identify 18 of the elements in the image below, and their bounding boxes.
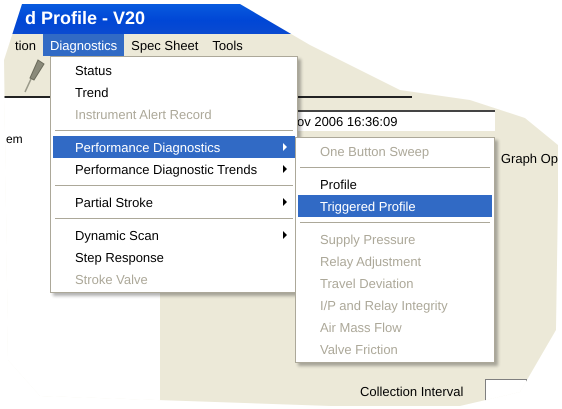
pen-icon[interactable]: [24, 58, 46, 94]
timestamp-field[interactable]: ov 2006 16:36:09: [295, 110, 495, 131]
menu-item[interactable]: Profile: [298, 173, 492, 195]
collection-interval-label: Collection Interval: [360, 384, 464, 398]
panel-label: em: [6, 132, 23, 146]
menu-bar-item[interactable]: tion: [8, 34, 43, 56]
menu-item[interactable]: Performance Diagnostics: [53, 136, 295, 158]
menu-item[interactable]: Trend: [53, 81, 295, 103]
menu-item[interactable]: Triggered Profile: [298, 195, 492, 217]
menu-item[interactable]: Step Response: [53, 246, 295, 268]
graph-options-label: Graph Op: [500, 151, 558, 166]
menu-item[interactable]: Dynamic Scan: [53, 224, 295, 246]
menu-item[interactable]: Performance Diagnostic Trends: [53, 158, 295, 180]
menu-item[interactable]: Partial Stroke: [53, 191, 295, 213]
menu-bar-item[interactable]: Spec Sheet: [124, 34, 206, 56]
menu-item[interactable]: Status: [53, 59, 295, 81]
menu-bar-item[interactable]: Tools: [205, 34, 250, 56]
menu-bar-item[interactable]: Diagnostics: [42, 34, 124, 56]
